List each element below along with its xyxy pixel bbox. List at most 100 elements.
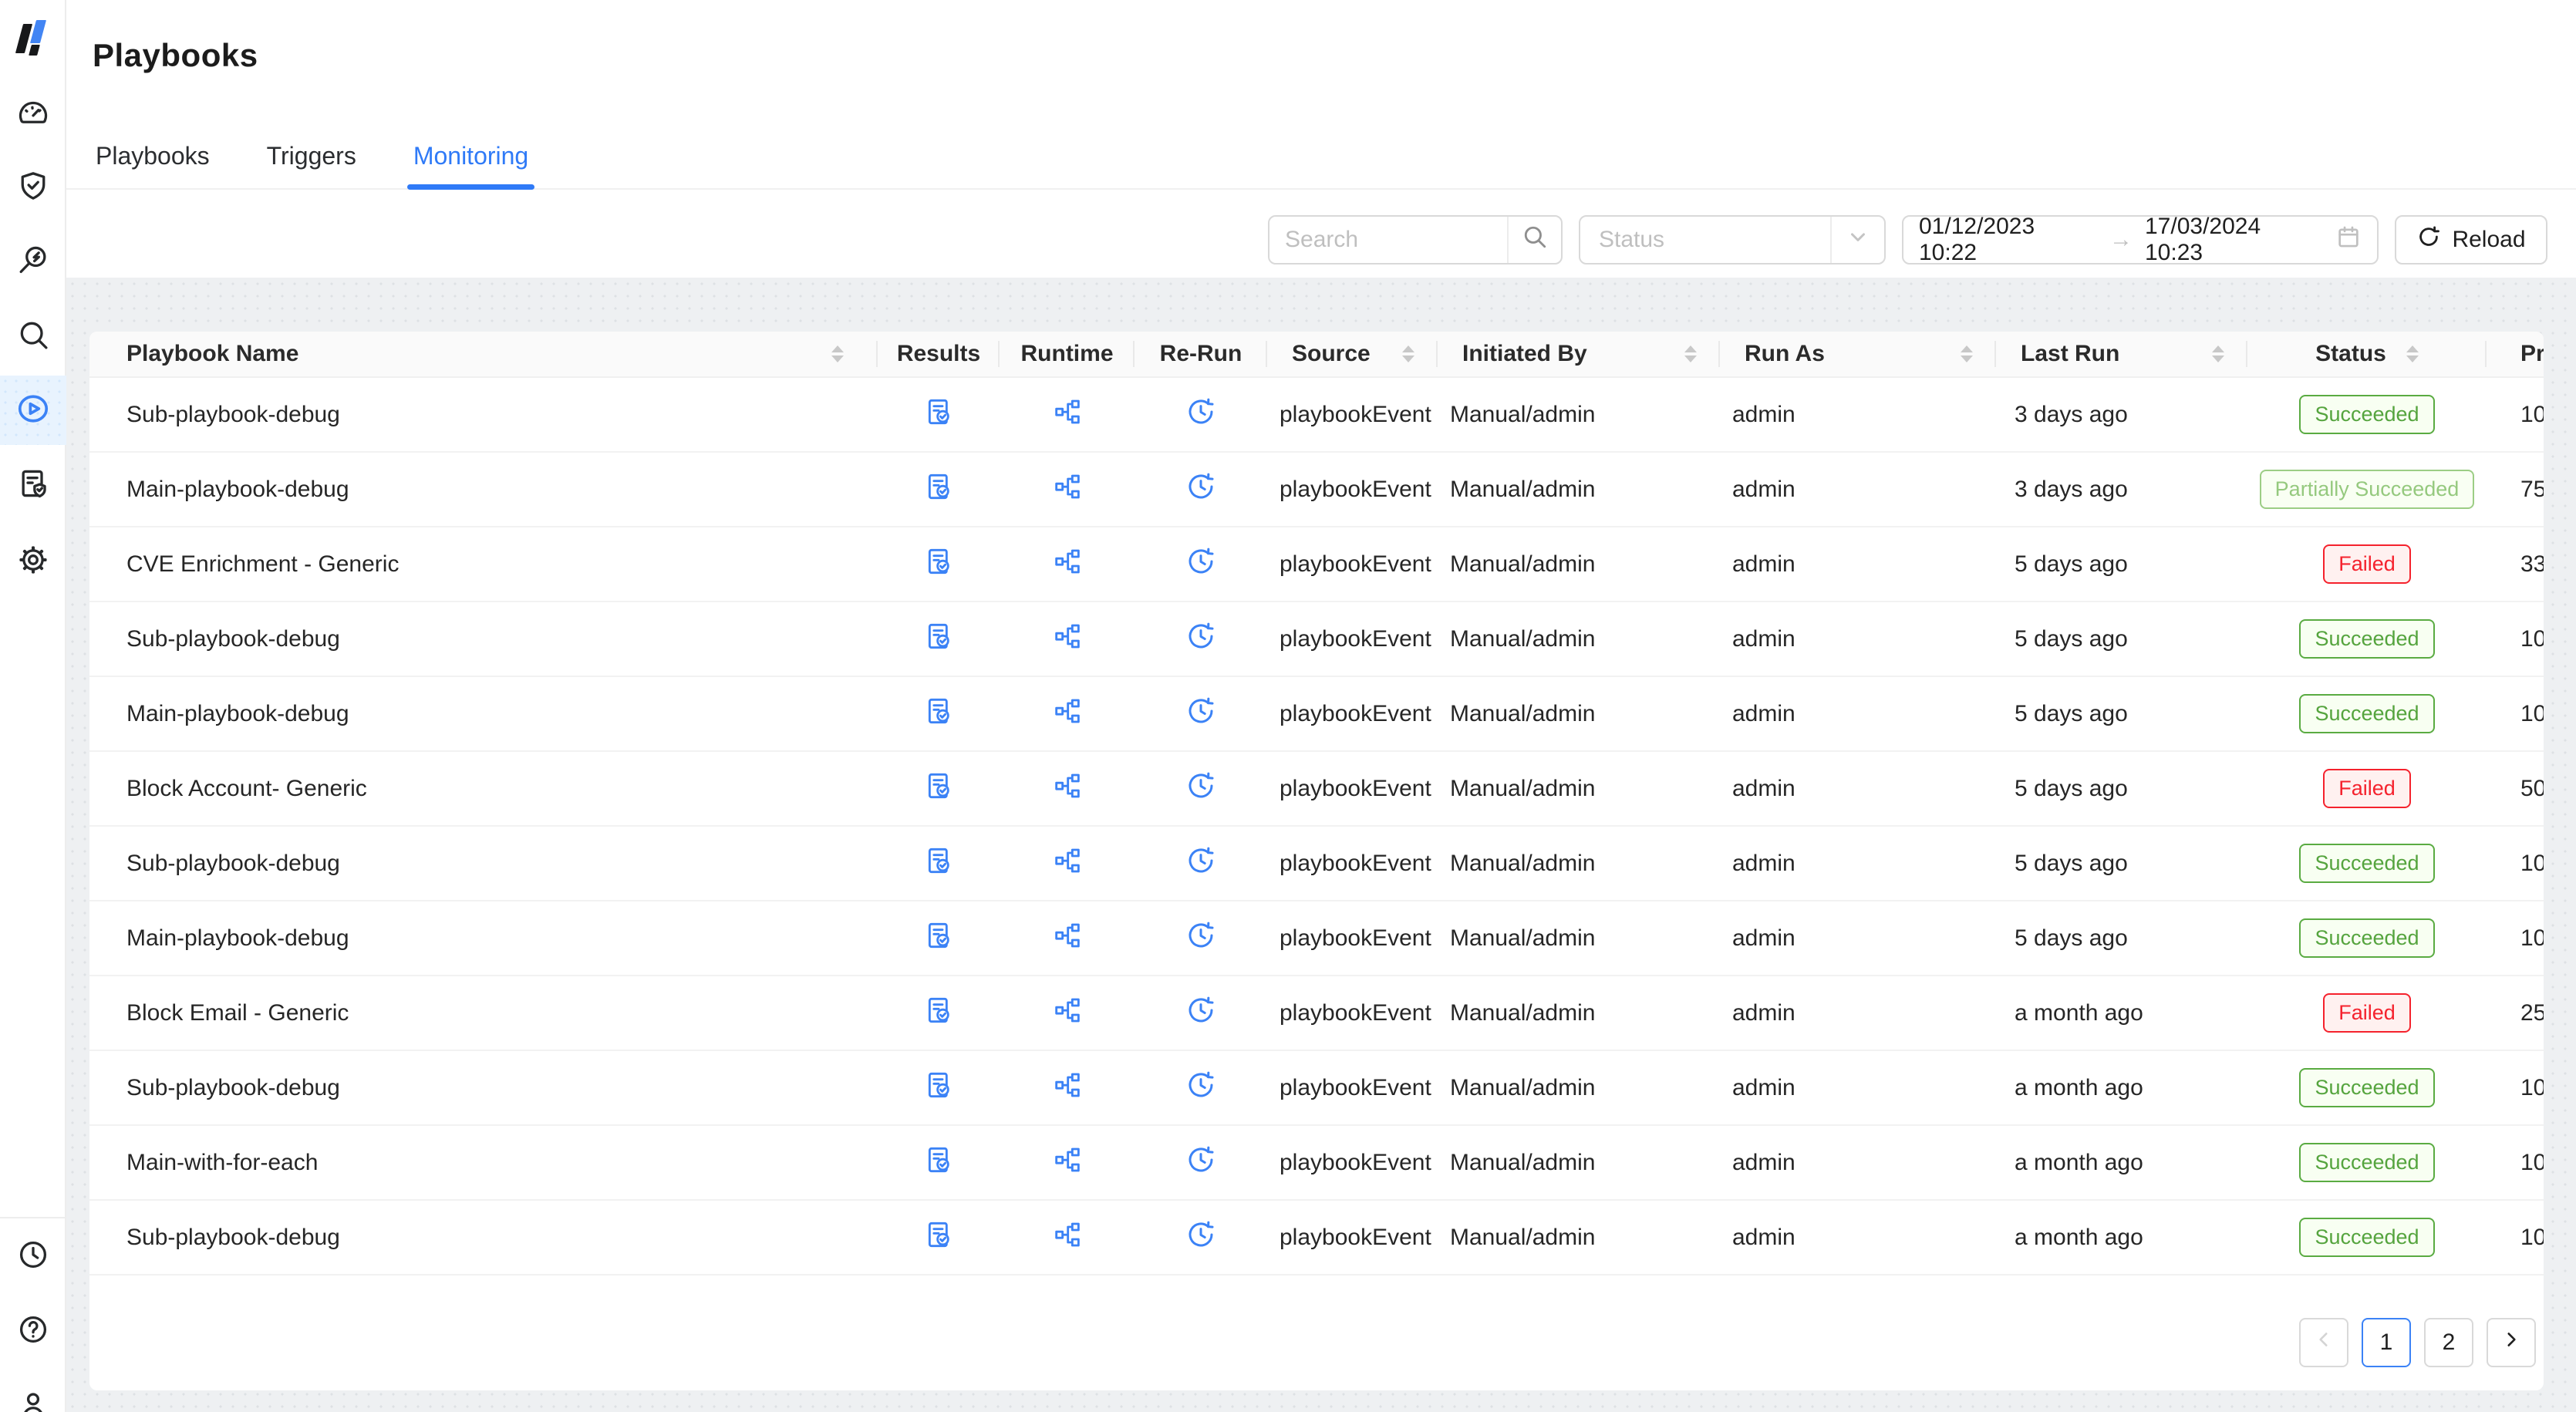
- sidebar-item-settings[interactable]: [0, 527, 66, 596]
- results-report-icon[interactable]: [923, 845, 954, 882]
- rerun-history-icon[interactable]: [1185, 845, 1216, 882]
- results-report-icon[interactable]: [923, 770, 954, 807]
- table-row[interactable]: Sub-playbook-debug: [89, 827, 2544, 901]
- status-cell: Succeeded: [2247, 395, 2487, 434]
- col-header-initiated-by[interactable]: Initiated By: [1438, 332, 1720, 376]
- search-submit[interactable]: [1509, 224, 1561, 256]
- status-cell: Succeeded: [2247, 694, 2487, 733]
- results-cell: [878, 1070, 1000, 1107]
- status-badge: Failed: [2323, 769, 2411, 808]
- runtime-flow-icon[interactable]: [1052, 920, 1083, 957]
- results-report-icon[interactable]: [923, 696, 954, 733]
- sort-icon[interactable]: [1684, 345, 1697, 362]
- rerun-history-icon[interactable]: [1185, 920, 1216, 957]
- results-report-icon[interactable]: [923, 995, 954, 1032]
- rerun-history-icon[interactable]: [1185, 696, 1216, 733]
- table-row[interactable]: Main-playbook-debug: [89, 453, 2544, 527]
- table-row[interactable]: Sub-playbook-debug: [89, 1201, 2544, 1276]
- tab-triggers[interactable]: Triggers: [264, 123, 359, 188]
- runtime-flow-icon[interactable]: [1052, 1219, 1083, 1256]
- runtime-flow-icon[interactable]: [1052, 396, 1083, 433]
- sidebar-item-search[interactable]: [0, 302, 66, 371]
- sidebar: [0, 0, 66, 1412]
- progress-cell: 100: [2487, 626, 2544, 652]
- pagination-page-2[interactable]: 2: [2424, 1318, 2473, 1367]
- results-report-icon[interactable]: [923, 920, 954, 957]
- table-row[interactable]: CVE Enrichment - Generic: [89, 527, 2544, 602]
- results-report-icon[interactable]: [923, 546, 954, 583]
- runtime-flow-icon[interactable]: [1052, 845, 1083, 882]
- last-run-cell: a month ago: [1996, 1000, 2247, 1026]
- col-header-progress: Progress: [2487, 332, 2544, 376]
- results-report-icon[interactable]: [923, 396, 954, 433]
- sidebar-item-help[interactable]: [0, 1296, 66, 1366]
- runtime-flow-icon[interactable]: [1052, 770, 1083, 807]
- reload-button[interactable]: Reload: [2395, 215, 2547, 265]
- rerun-history-icon[interactable]: [1185, 471, 1216, 508]
- sidebar-item-security[interactable]: [0, 153, 66, 222]
- table-row[interactable]: Main-playbook-debug: [89, 901, 2544, 976]
- runtime-flow-icon[interactable]: [1052, 471, 1083, 508]
- runtime-flow-icon[interactable]: [1052, 995, 1083, 1032]
- rerun-history-icon[interactable]: [1185, 546, 1216, 583]
- runtime-flow-icon[interactable]: [1052, 1144, 1083, 1181]
- results-report-icon[interactable]: [923, 471, 954, 508]
- tab-monitoring[interactable]: Monitoring: [410, 123, 531, 188]
- rerun-history-icon[interactable]: [1185, 1219, 1216, 1256]
- sidebar-item-reports[interactable]: [0, 450, 66, 520]
- sidebar-item-playbooks[interactable]: [0, 376, 66, 445]
- search-input[interactable]: [1269, 227, 1507, 253]
- initiated-by-cell: Manual/admin: [1438, 701, 1720, 727]
- pagination-page-1[interactable]: 1: [2362, 1318, 2411, 1367]
- col-header-run-as[interactable]: Run As: [1720, 332, 1996, 376]
- col-header-source[interactable]: Source: [1267, 332, 1438, 376]
- table-row[interactable]: Sub-playbook-debug: [89, 1051, 2544, 1126]
- tab-playbooks[interactable]: Playbooks: [93, 123, 213, 188]
- results-report-icon[interactable]: [923, 1144, 954, 1181]
- col-header-status[interactable]: Status: [2247, 332, 2487, 376]
- run-as-cell: admin: [1720, 402, 1996, 428]
- rerun-history-icon[interactable]: [1185, 1070, 1216, 1107]
- source-cell: playbookEvent: [1267, 776, 1438, 802]
- pagination-next-button[interactable]: [2487, 1318, 2536, 1367]
- sort-icon[interactable]: [1961, 345, 1973, 362]
- results-report-icon[interactable]: [923, 621, 954, 658]
- sidebar-item-profile[interactable]: [0, 1371, 66, 1412]
- date-range-picker[interactable]: 01/12/2023 10:22 → 17/03/2024 10:23: [1902, 215, 2379, 265]
- rerun-history-icon[interactable]: [1185, 1144, 1216, 1181]
- status-select[interactable]: Status: [1579, 215, 1886, 265]
- sidebar-item-investigate[interactable]: [0, 227, 66, 296]
- results-report-icon[interactable]: [923, 1070, 954, 1107]
- search-icon: [1522, 224, 1548, 256]
- rerun-history-icon[interactable]: [1185, 621, 1216, 658]
- playbook-name-cell: Block Account- Generic: [89, 776, 878, 802]
- table-row[interactable]: Block Account- Generic: [89, 752, 2544, 827]
- sort-icon[interactable]: [1402, 345, 1414, 362]
- rerun-history-icon[interactable]: [1185, 770, 1216, 807]
- runtime-flow-icon[interactable]: [1052, 621, 1083, 658]
- sidebar-item-history[interactable]: [0, 1222, 66, 1291]
- table-row[interactable]: Sub-playbook-debug: [89, 602, 2544, 677]
- sort-icon[interactable]: [831, 345, 844, 362]
- table-row[interactable]: Main-playbook-debug: [89, 677, 2544, 752]
- sidebar-item-dashboard[interactable]: [0, 79, 66, 149]
- col-header-last-run[interactable]: Last Run: [1996, 332, 2247, 376]
- results-cell: [878, 546, 1000, 583]
- sort-icon[interactable]: [2406, 345, 2419, 362]
- runtime-flow-icon[interactable]: [1052, 546, 1083, 583]
- sort-icon[interactable]: [2212, 345, 2224, 362]
- brand-logo[interactable]: [17, 19, 52, 59]
- results-cell: [878, 1144, 1000, 1181]
- runtime-flow-icon[interactable]: [1052, 696, 1083, 733]
- results-report-icon[interactable]: [923, 1219, 954, 1256]
- rerun-history-icon[interactable]: [1185, 396, 1216, 433]
- col-header-playbook-name[interactable]: Playbook Name: [89, 332, 878, 376]
- runtime-flow-icon[interactable]: [1052, 1070, 1083, 1107]
- table-row[interactable]: Sub-playbook-debug: [89, 378, 2544, 453]
- rerun-history-icon[interactable]: [1185, 995, 1216, 1032]
- table-row[interactable]: Block Email - Generic: [89, 976, 2544, 1051]
- date-to[interactable]: 17/03/2024 10:23: [2145, 214, 2323, 266]
- pagination-prev-button[interactable]: [2299, 1318, 2348, 1367]
- date-from[interactable]: 01/12/2023 10:22: [1919, 214, 2097, 266]
- table-row[interactable]: Main-with-for-each: [89, 1126, 2544, 1201]
